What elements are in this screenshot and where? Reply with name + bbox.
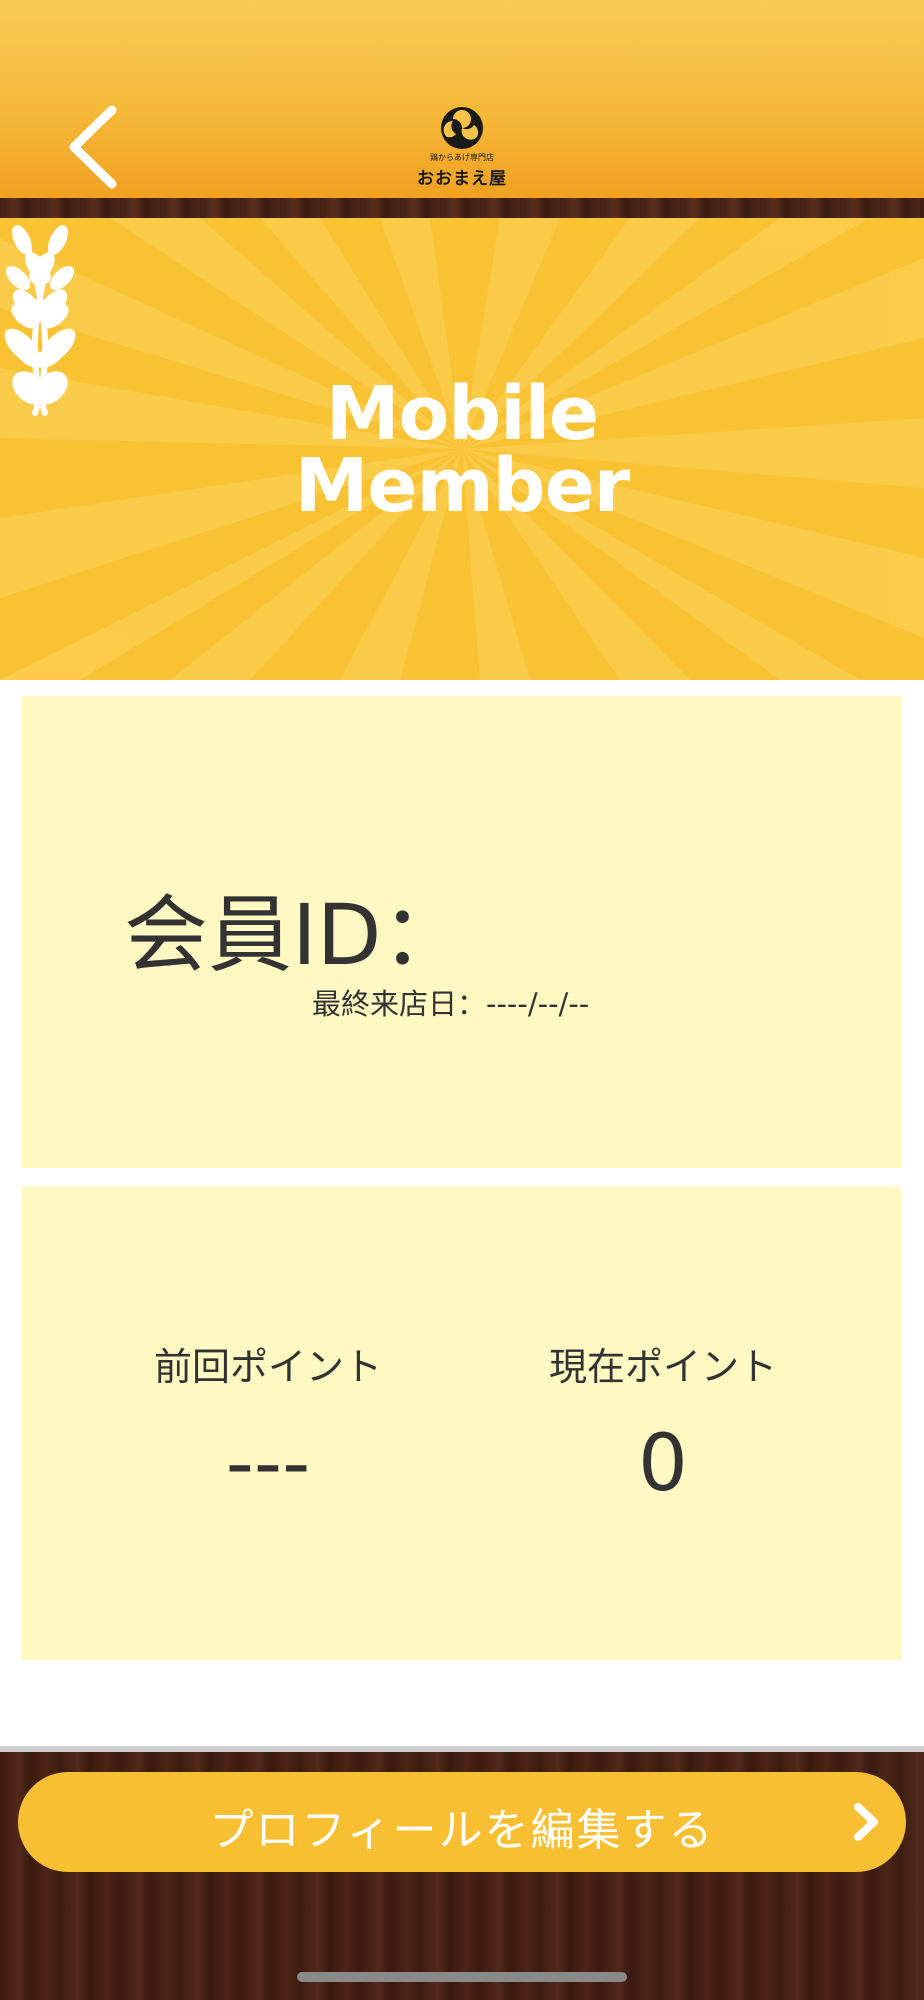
app-header: 鶏からあげ専門店 おおまえ屋 bbox=[0, 0, 924, 198]
previous-points-label: 前回ポイント bbox=[153, 1345, 382, 1389]
logo-name: おおまえ屋 bbox=[417, 169, 507, 189]
brand-logo: 鶏からあげ専門店 おおまえ屋 bbox=[410, 104, 514, 190]
member-id-label: 会員ID： bbox=[124, 886, 466, 984]
page: 鶏からあげ専門店 おおまえ屋 Mobile Member 会員ID： 最終来店日… bbox=[0, 0, 924, 2000]
home-indicator[interactable] bbox=[297, 1972, 627, 1982]
previous-points-value: --- bbox=[225, 1419, 311, 1509]
points-card: 前回ポイント --- 現在ポイント 0 bbox=[22, 1186, 902, 1660]
previous-points: 前回ポイント --- bbox=[118, 1336, 418, 1509]
edit-profile-button[interactable]: プロフィールを編集する bbox=[18, 1772, 906, 1872]
chevron-right-icon bbox=[854, 1803, 878, 1841]
last-visit-date: 最終来店日：----/--/-- bbox=[312, 987, 590, 1021]
banner-title-line2: Member bbox=[294, 443, 631, 529]
mobile-member-banner: Mobile Member bbox=[0, 218, 924, 680]
chevron-left-icon bbox=[69, 105, 117, 189]
current-points-label: 現在ポイント bbox=[548, 1345, 777, 1389]
banner-title-line1: Mobile bbox=[325, 371, 599, 457]
wood-divider bbox=[0, 198, 924, 218]
footer-bar: プロフィールを編集する bbox=[0, 1752, 924, 2000]
current-points: 現在ポイント 0 bbox=[513, 1336, 813, 1509]
current-points-value: 0 bbox=[638, 1419, 688, 1509]
laurel-icon bbox=[5, 225, 76, 416]
logo-subtitle: 鶏からあげ専門店 bbox=[430, 153, 494, 162]
member-id-card: 会員ID： 最終来店日：----/--/-- bbox=[22, 696, 902, 1168]
banner-title: Mobile Member bbox=[262, 371, 662, 529]
tomoe-icon bbox=[441, 107, 483, 149]
back-button[interactable] bbox=[62, 102, 132, 192]
edit-profile-label: プロフィールを編集する bbox=[209, 1805, 715, 1856]
